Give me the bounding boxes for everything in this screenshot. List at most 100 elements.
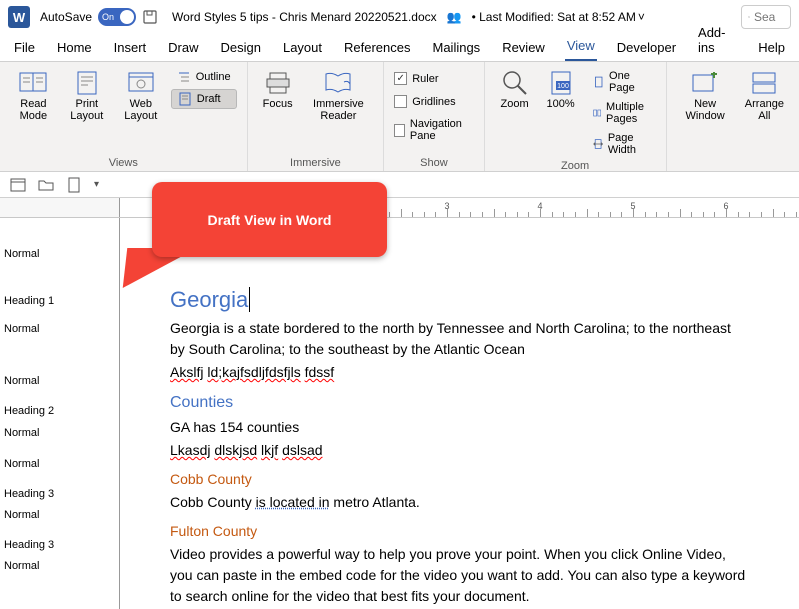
ribbon-group-window: New Window Arrange All [667, 62, 799, 171]
read-mode-icon [17, 70, 49, 96]
tab-help[interactable]: Help [756, 36, 787, 61]
sharing-icon[interactable]: 👥 [447, 10, 462, 24]
focus-label: Focus [263, 98, 293, 110]
tab-addins[interactable]: Add-ins [696, 21, 738, 61]
ruler-tick [424, 212, 425, 217]
page-width-label: Page Width [608, 132, 650, 156]
heading-3[interactable]: Cobb County [170, 469, 749, 490]
paragraph[interactable]: GA has 154 counties [170, 417, 749, 438]
navigation-pane-checkbox[interactable]: Navigation Pane [394, 116, 473, 144]
immersive-reader-icon [322, 70, 354, 96]
web-layout-button[interactable]: Web Layout [117, 68, 165, 124]
zoom-group-label: Zoom [495, 158, 656, 172]
misspelled-text: Akslfj [170, 364, 203, 380]
svg-text:100: 100 [557, 83, 569, 90]
misspelled-text: ld;kajfsdljfdsfjls [207, 364, 300, 380]
immersive-reader-label: Immersive Reader [308, 98, 370, 122]
views-group-label: Views [10, 155, 237, 169]
tab-design[interactable]: Design [219, 36, 263, 61]
text-run: Cobb County [170, 494, 256, 510]
page-width-button[interactable]: Page Width [587, 130, 656, 158]
ruler-tick [784, 212, 785, 217]
save-icon[interactable] [142, 9, 158, 25]
draft-icon [178, 92, 192, 106]
ruler-row: 1234567 [0, 198, 799, 218]
ruler-gutter [0, 198, 120, 217]
paragraph[interactable]: Lkasdj dlskjsd lkjf dslsad [170, 440, 749, 461]
one-page-button[interactable]: One Page [587, 68, 656, 96]
folder-icon[interactable] [38, 177, 54, 193]
outline-icon [177, 70, 191, 84]
tab-layout[interactable]: Layout [281, 36, 324, 61]
read-mode-button[interactable]: Read Mode [10, 68, 57, 124]
paragraph[interactable]: Cobb County is located in metro Atlanta. [170, 492, 749, 513]
paragraph[interactable]: Akslfj ld;kajfsdljfdsfjls fdssf [170, 362, 749, 383]
tab-file[interactable]: File [12, 36, 37, 61]
window-icon[interactable] [10, 177, 26, 193]
multiple-pages-icon [593, 106, 601, 120]
heading-1[interactable]: Georgia [170, 283, 749, 316]
tab-view[interactable]: View [565, 34, 597, 61]
page-width-icon [593, 137, 603, 151]
style-area-pane: NormalHeading 1NormalNormalHeading 2Norm… [0, 218, 120, 609]
tab-insert[interactable]: Insert [112, 36, 149, 61]
ruler-tick [610, 212, 611, 217]
ruler-tick [668, 212, 669, 217]
ruler-tick [656, 212, 657, 217]
zoom-label: Zoom [501, 98, 529, 110]
chevron-down-icon[interactable]: ▾ [94, 179, 99, 190]
ribbon-group-views: Read Mode Print Layout Web Layout Outlin… [0, 62, 248, 171]
ruler-tick [587, 209, 588, 217]
heading-3[interactable]: Fulton County [170, 521, 749, 542]
style-area-label: Heading 1 [0, 293, 58, 297]
show-group-label: Show [394, 155, 473, 169]
heading-2[interactable]: Counties [170, 391, 749, 415]
grammar-text: is located in [256, 494, 330, 510]
last-modified-label[interactable]: • Last Modified: Sat at 8:52 AM ˅ [472, 10, 645, 24]
new-doc-icon[interactable] [66, 177, 82, 193]
immersive-reader-button[interactable]: Immersive Reader [304, 68, 374, 124]
document-content[interactable]: Georgia Georgia is a state bordered to t… [120, 218, 799, 609]
style-area-label: Normal [0, 558, 43, 562]
style-area-label: Normal [0, 321, 43, 325]
search-input[interactable] [754, 10, 784, 24]
style-area-label: Heading 2 [0, 403, 58, 407]
web-layout-label: Web Layout [121, 98, 161, 122]
last-modified-text: • Last Modified: Sat at 8:52 AM [472, 10, 636, 24]
chevron-down-icon: ˅ [638, 10, 645, 24]
ruler-checkbox[interactable]: ✓ Ruler [394, 70, 473, 87]
ruler-tick [563, 212, 564, 217]
ruler-tick [401, 209, 402, 217]
ruler-tick [680, 209, 681, 217]
tab-home[interactable]: Home [55, 36, 94, 61]
draft-button[interactable]: Draft [171, 89, 237, 109]
tab-draw[interactable]: Draw [166, 36, 200, 61]
new-window-button[interactable]: New Window [677, 68, 734, 124]
style-area-label: Heading 3 [0, 537, 58, 541]
quick-access-bar: ▾ [0, 172, 799, 198]
ruler-tick [435, 212, 436, 217]
ruler-tick [459, 212, 460, 217]
paragraph[interactable]: Georgia is a state bordered to the north… [170, 318, 749, 360]
tab-mailings[interactable]: Mailings [431, 36, 483, 61]
outline-button[interactable]: Outline [171, 68, 237, 86]
ruler-tick [633, 209, 634, 217]
paragraph[interactable]: Video provides a powerful way to help yo… [170, 544, 749, 607]
search-box[interactable] [741, 5, 791, 29]
arrange-all-label: Arrange All [744, 98, 785, 122]
tab-references[interactable]: References [342, 36, 412, 61]
immersive-group-label: Immersive [258, 155, 374, 169]
autosave-label: AutoSave [40, 10, 92, 24]
focus-button[interactable]: Focus [258, 68, 298, 112]
arrange-all-button[interactable]: Arrange All [740, 68, 789, 124]
gridlines-checkbox[interactable]: Gridlines [394, 93, 473, 110]
tab-developer[interactable]: Developer [615, 36, 678, 61]
autosave-toggle[interactable]: On [98, 8, 136, 26]
tab-review[interactable]: Review [500, 36, 547, 61]
print-layout-button[interactable]: Print Layout [63, 68, 111, 124]
ruler-tick [773, 209, 774, 217]
zoom-button[interactable]: Zoom [495, 68, 535, 112]
multiple-pages-button[interactable]: Multiple Pages [587, 99, 656, 127]
multiple-pages-label: Multiple Pages [606, 101, 649, 125]
zoom-100-button[interactable]: 100 100% [541, 68, 581, 112]
